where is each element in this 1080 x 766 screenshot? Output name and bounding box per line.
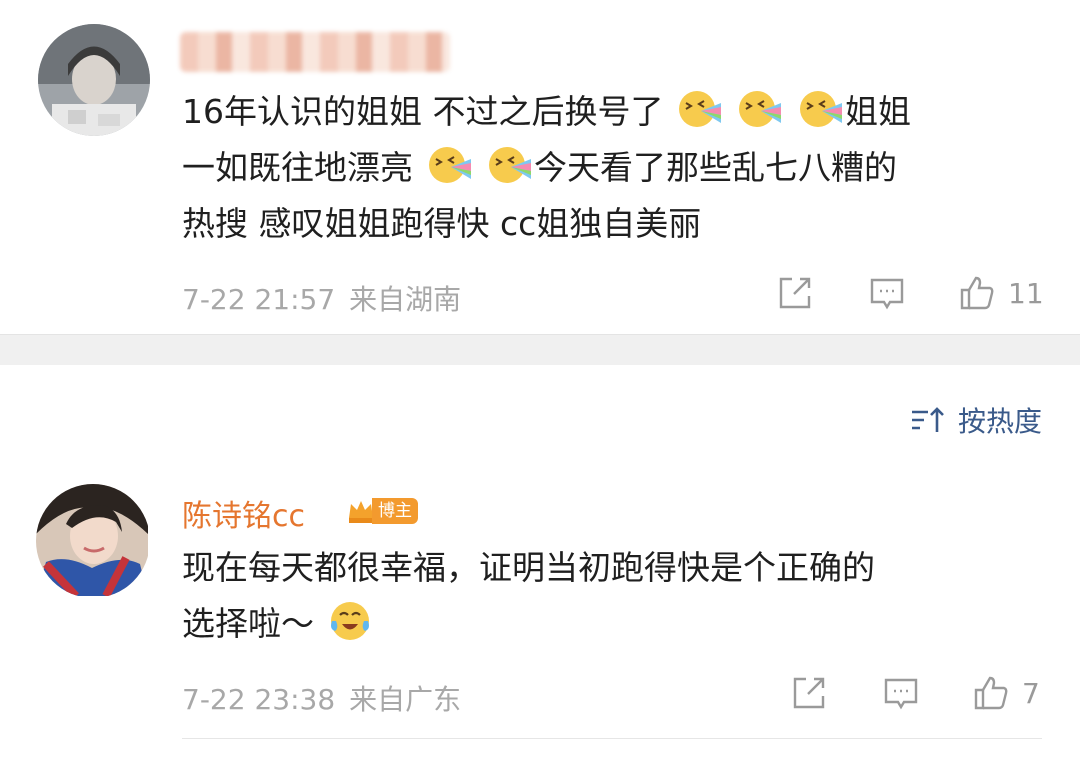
share-icon (779, 277, 811, 309)
share-button[interactable] (790, 674, 828, 712)
share-button[interactable] (776, 274, 814, 312)
comment-item: 16年认识的姐姐 不过之后换号了 姐姐 一如既往地漂亮 今天看了那些乱七八糟的 … (0, 0, 1080, 334)
avatar[interactable] (36, 484, 150, 598)
comment-meta: 7-22 23:38 来自广东 (182, 678, 461, 718)
badge-label: 博主 (372, 498, 418, 524)
comment-location: 来自湖南 (349, 283, 462, 316)
comment-time: 7-22 21:57 (182, 283, 336, 316)
section-divider (0, 334, 1080, 365)
blogger-badge: 博主 (346, 496, 418, 526)
comment-button[interactable] (868, 274, 906, 312)
comment-meta: 7-22 21:57 来自湖南 (182, 278, 461, 318)
rainbow-vomit-emoji (739, 91, 782, 127)
like-button[interactable]: 11 (958, 274, 1044, 312)
rainbow-vomit-emoji (428, 147, 471, 183)
like-button[interactable]: 7 (972, 674, 1040, 712)
comment-time: 7-22 23:38 (182, 683, 336, 716)
rainbow-vomit-emoji (678, 91, 721, 127)
comment-text: 现在每天都很幸福，证明当初跑得快是个正确的 选择啦～ (182, 548, 875, 643)
thumbs-up-icon (960, 276, 994, 310)
blurred-username[interactable] (180, 32, 450, 72)
rainbow-vomit-emoji (799, 91, 842, 127)
avatar[interactable] (38, 24, 150, 136)
comment-button[interactable] (882, 674, 920, 712)
like-count: 11 (1008, 276, 1044, 310)
comment-icon (884, 678, 918, 710)
comment-location: 来自广东 (349, 683, 462, 716)
divider (182, 738, 1042, 739)
username[interactable]: 陈诗铭cc (182, 491, 305, 535)
comment-item: 陈诗铭cc 博主 现在每天都很幸福，证明当初跑得快是个正确的 选择啦～ 7-22… (0, 364, 1080, 766)
like-count: 7 (1022, 676, 1040, 710)
comment-text: 16年认识的姐姐 不过之后换号了 姐姐 一如既往地漂亮 今天看了那些乱七八糟的 … (182, 84, 1032, 252)
comment-icon (870, 278, 904, 310)
rainbow-vomit-emoji (489, 147, 531, 183)
tears-of-joy-emoji (330, 602, 369, 640)
thumbs-up-icon (974, 676, 1008, 710)
share-icon (793, 677, 825, 709)
